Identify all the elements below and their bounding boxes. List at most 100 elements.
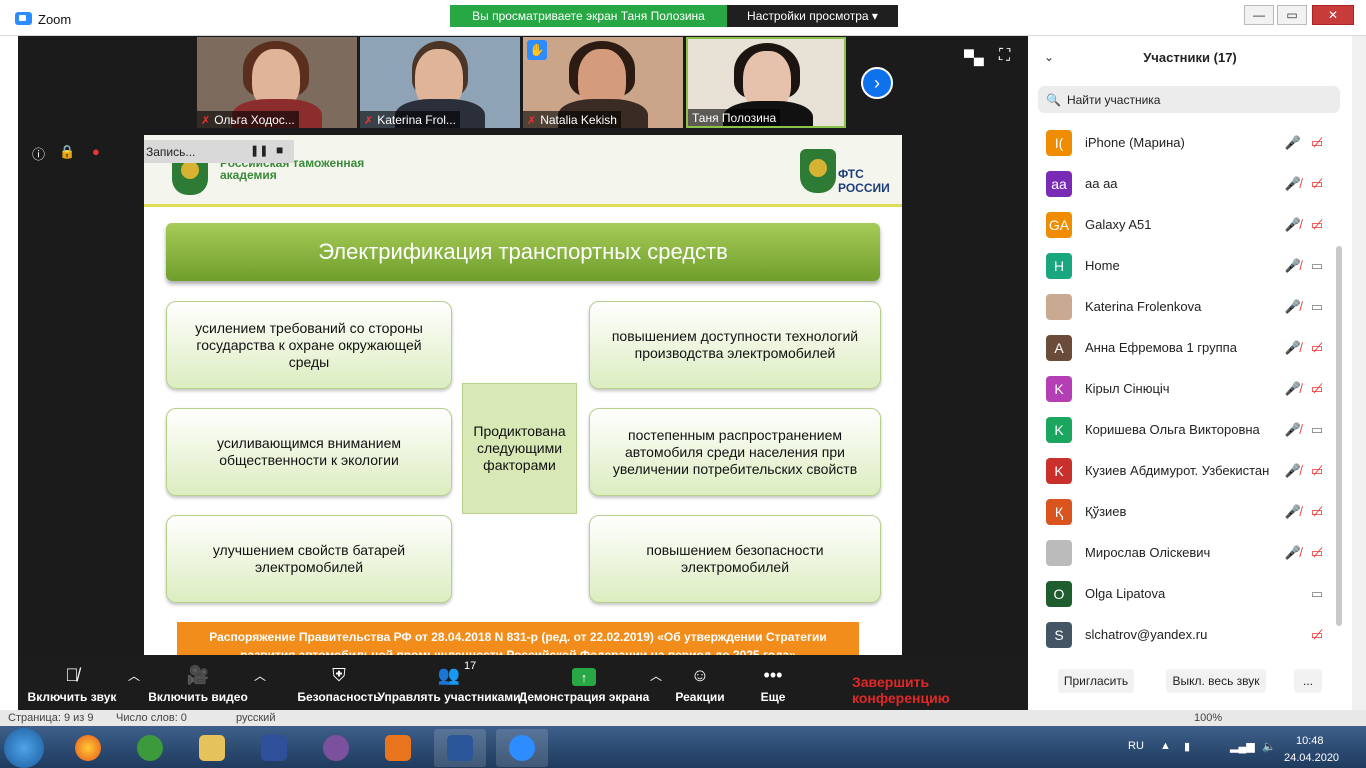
explorer-taskbar-icon[interactable] (186, 729, 238, 767)
mic-off-icon[interactable]: 🎤̸ (1284, 503, 1302, 521)
input-language[interactable]: RU (1128, 740, 1144, 752)
share-notice: Вы просматриваете экран Таня Полозина (450, 5, 727, 27)
participant-name: Natalia Kekish (540, 113, 617, 127)
camera-off-icon[interactable]: ▭̸ (1308, 544, 1326, 562)
factor-box: усилением требований со стороны государс… (166, 301, 452, 389)
camera-on-icon[interactable]: ▭ (1308, 421, 1326, 439)
mic-off-icon[interactable]: 🎤̸ (1284, 216, 1302, 234)
video-tile[interactable]: ✗ Ольга Ходос... (197, 37, 357, 128)
clock-date[interactable]: 24.04.2020 (1284, 752, 1339, 764)
participant-row[interactable]: H Home 🎤̸ ▭ (1028, 245, 1352, 286)
utorrent-taskbar-icon[interactable] (124, 729, 176, 767)
pause-recording-icon[interactable]: ❚❚ (250, 144, 268, 157)
media-player-taskbar-icon[interactable] (372, 729, 424, 767)
participant-row[interactable]: aa aa aa 🎤̸ ▭̸ (1028, 163, 1352, 204)
participant-row[interactable]: A Анна Ефремова 1 группа 🎤̸ ▭̸ (1028, 327, 1352, 368)
participant-row[interactable]: Katerina Frolenkova 🎤̸ ▭ (1028, 286, 1352, 327)
participants-panel: ⌄ Участники (17) 🔍 Найти участника I(iPh… (1028, 36, 1352, 710)
view-options-button[interactable]: Настройки просмотра ▾ (727, 5, 898, 27)
participant-row[interactable]: K Кірыл Сінюціч 🎤̸ ▭̸ (1028, 368, 1352, 409)
participant-row[interactable]: Sslchatrov@yandex.ru ▭̸ (1028, 614, 1352, 655)
start-button[interactable] (4, 728, 44, 768)
mic-off-icon[interactable]: 🎤̸ (1284, 380, 1302, 398)
avatar: I( (1046, 130, 1072, 156)
participant-name: Ольга Ходос... (214, 113, 295, 127)
avatar: K (1046, 458, 1072, 484)
close-window-button[interactable]: ✕ (1312, 5, 1354, 25)
participant-row[interactable]: Қ Қўзиев 🎤̸ ▭̸ (1028, 491, 1352, 532)
zoom-level: 100% (1194, 712, 1223, 724)
word-taskbar-icon[interactable] (434, 729, 486, 767)
fullscreen-icon[interactable]: ⛶ (999, 47, 1010, 65)
video-tile[interactable]: ✋ ✗ Natalia Kekish (523, 37, 683, 128)
panel-scrollbar[interactable] (1336, 246, 1342, 626)
mute-all-button[interactable]: Выкл. весь звук (1166, 669, 1266, 693)
mic-off-icon[interactable]: 🎤̸ (1284, 298, 1302, 316)
camera-off-icon[interactable]: ▭̸ (1308, 626, 1326, 644)
participant-name: Анна Ефремова 1 группа (1085, 340, 1237, 355)
participant-row[interactable]: I( iPhone (Марина) 🎤 ▭̸ (1028, 122, 1352, 163)
mic-on-icon[interactable]: 🎤 (1284, 134, 1302, 152)
end-meeting-button[interactable]: Завершить конференцию (852, 674, 1028, 706)
participant-row[interactable]: K Кузиев Абдимурот. Узбекистан 🎤̸ ▭̸ (1028, 450, 1352, 491)
maximize-button[interactable]: ▭ (1277, 5, 1307, 25)
mic-off-icon[interactable]: 🎤̸ (1284, 175, 1302, 193)
meeting-toolbar: 🎙̸ Включить звук ︿ 🎥 Включить видео ︿ ⛨ … (18, 655, 1028, 710)
video-options-caret-icon[interactable]: ︿ (254, 667, 266, 684)
share-options-caret-icon[interactable]: ︿ (650, 667, 662, 684)
mic-off-icon[interactable]: 🎤̸ (1284, 544, 1302, 562)
participant-name: Коришева Ольга Викторовна (1085, 422, 1260, 437)
camera-off-icon[interactable]: ▭̸ (1308, 380, 1326, 398)
camera-off-icon[interactable]: ▭̸ (1308, 216, 1326, 234)
camera-off-icon[interactable]: ▭̸ (1308, 175, 1326, 193)
unmute-button[interactable]: 🎙̸ Включить звук (26, 655, 118, 710)
participant-name: iPhone (Марина) (1085, 135, 1185, 150)
camera-off-icon[interactable]: ▭̸ (1308, 339, 1326, 357)
participant-name: Olga Lipatova (1085, 586, 1166, 601)
start-video-button[interactable]: 🎥 Включить видео (148, 655, 248, 710)
security-button[interactable]: ⛨ Безопасность (297, 655, 380, 710)
camera-on-icon[interactable]: ▭ (1308, 298, 1326, 316)
participant-row[interactable]: O Olga Lipatova ▭ (1028, 573, 1352, 614)
gallery-next-button[interactable]: › (861, 67, 893, 99)
audio-options-caret-icon[interactable]: ︿ (128, 667, 140, 684)
camera-off-icon[interactable]: ▭̸ (1308, 134, 1326, 152)
viber-taskbar-icon[interactable] (310, 729, 362, 767)
firefox-taskbar-icon[interactable] (62, 729, 114, 767)
more-button[interactable]: ••• Еще (746, 655, 800, 710)
camera-on-icon[interactable]: ▭ (1308, 585, 1326, 603)
panel-more-button[interactable]: ... (1294, 669, 1322, 693)
zoom-taskbar-icon[interactable] (496, 729, 548, 767)
mic-off-icon[interactable]: 🎤̸ (1284, 421, 1302, 439)
reactions-button[interactable]: ☺ Реакции (670, 655, 730, 710)
camera-on-icon[interactable]: ▭ (1308, 257, 1326, 275)
mic-off-icon[interactable]: 🎤̸ (1284, 257, 1302, 275)
minimize-button[interactable]: — (1244, 5, 1274, 25)
video-tile-active-speaker[interactable]: Таня Полозина (686, 37, 846, 128)
tray-chevron-icon[interactable]: ▲ (1160, 740, 1171, 752)
camera-off-icon[interactable]: ▭̸ (1308, 503, 1326, 521)
info-icon[interactable]: ⓘ (32, 144, 45, 163)
participant-row[interactable]: K Коришева Ольга Викторовна 🎤̸ ▭ (1028, 409, 1352, 450)
word-status-bar: Страница: 9 из 9 Число слов: 0 русский 1… (0, 710, 1366, 726)
video-tile[interactable]: ✗ Katerina Frol... (360, 37, 520, 128)
volume-icon[interactable]: 🔈 (1262, 740, 1276, 753)
mic-off-icon[interactable]: 🎤̸ (1284, 339, 1302, 357)
participant-name: Katerina Frol... (377, 113, 456, 127)
layout-toggle-icon[interactable]: ▀▄ (964, 49, 984, 65)
window-scrollbar[interactable] (1352, 36, 1366, 710)
invite-button[interactable]: Пригласить (1058, 669, 1134, 693)
participant-row[interactable]: GA Galaxy A51 🎤̸ ▭̸ (1028, 204, 1352, 245)
share-screen-button[interactable]: ↑ Демонстрация экрана (519, 655, 649, 710)
clock-time[interactable]: 10:48 (1296, 735, 1324, 747)
stop-recording-icon[interactable]: ■ (276, 143, 283, 157)
save-taskbar-icon[interactable] (248, 729, 300, 767)
mic-off-icon[interactable]: 🎤̸ (1284, 462, 1302, 480)
participant-row[interactable]: Мирослав Оліскевич 🎤̸ ▭̸ (1028, 532, 1352, 573)
fts-emblem-icon (800, 149, 836, 193)
participant-search-input[interactable]: 🔍 Найти участника (1038, 86, 1340, 113)
network-icon[interactable]: ▮ (1184, 740, 1190, 753)
signal-icon[interactable]: ▂▄▆ (1230, 740, 1255, 753)
camera-off-icon[interactable]: ▭̸ (1308, 462, 1326, 480)
manage-participants-button[interactable]: 👥 Управлять участниками (377, 655, 520, 710)
